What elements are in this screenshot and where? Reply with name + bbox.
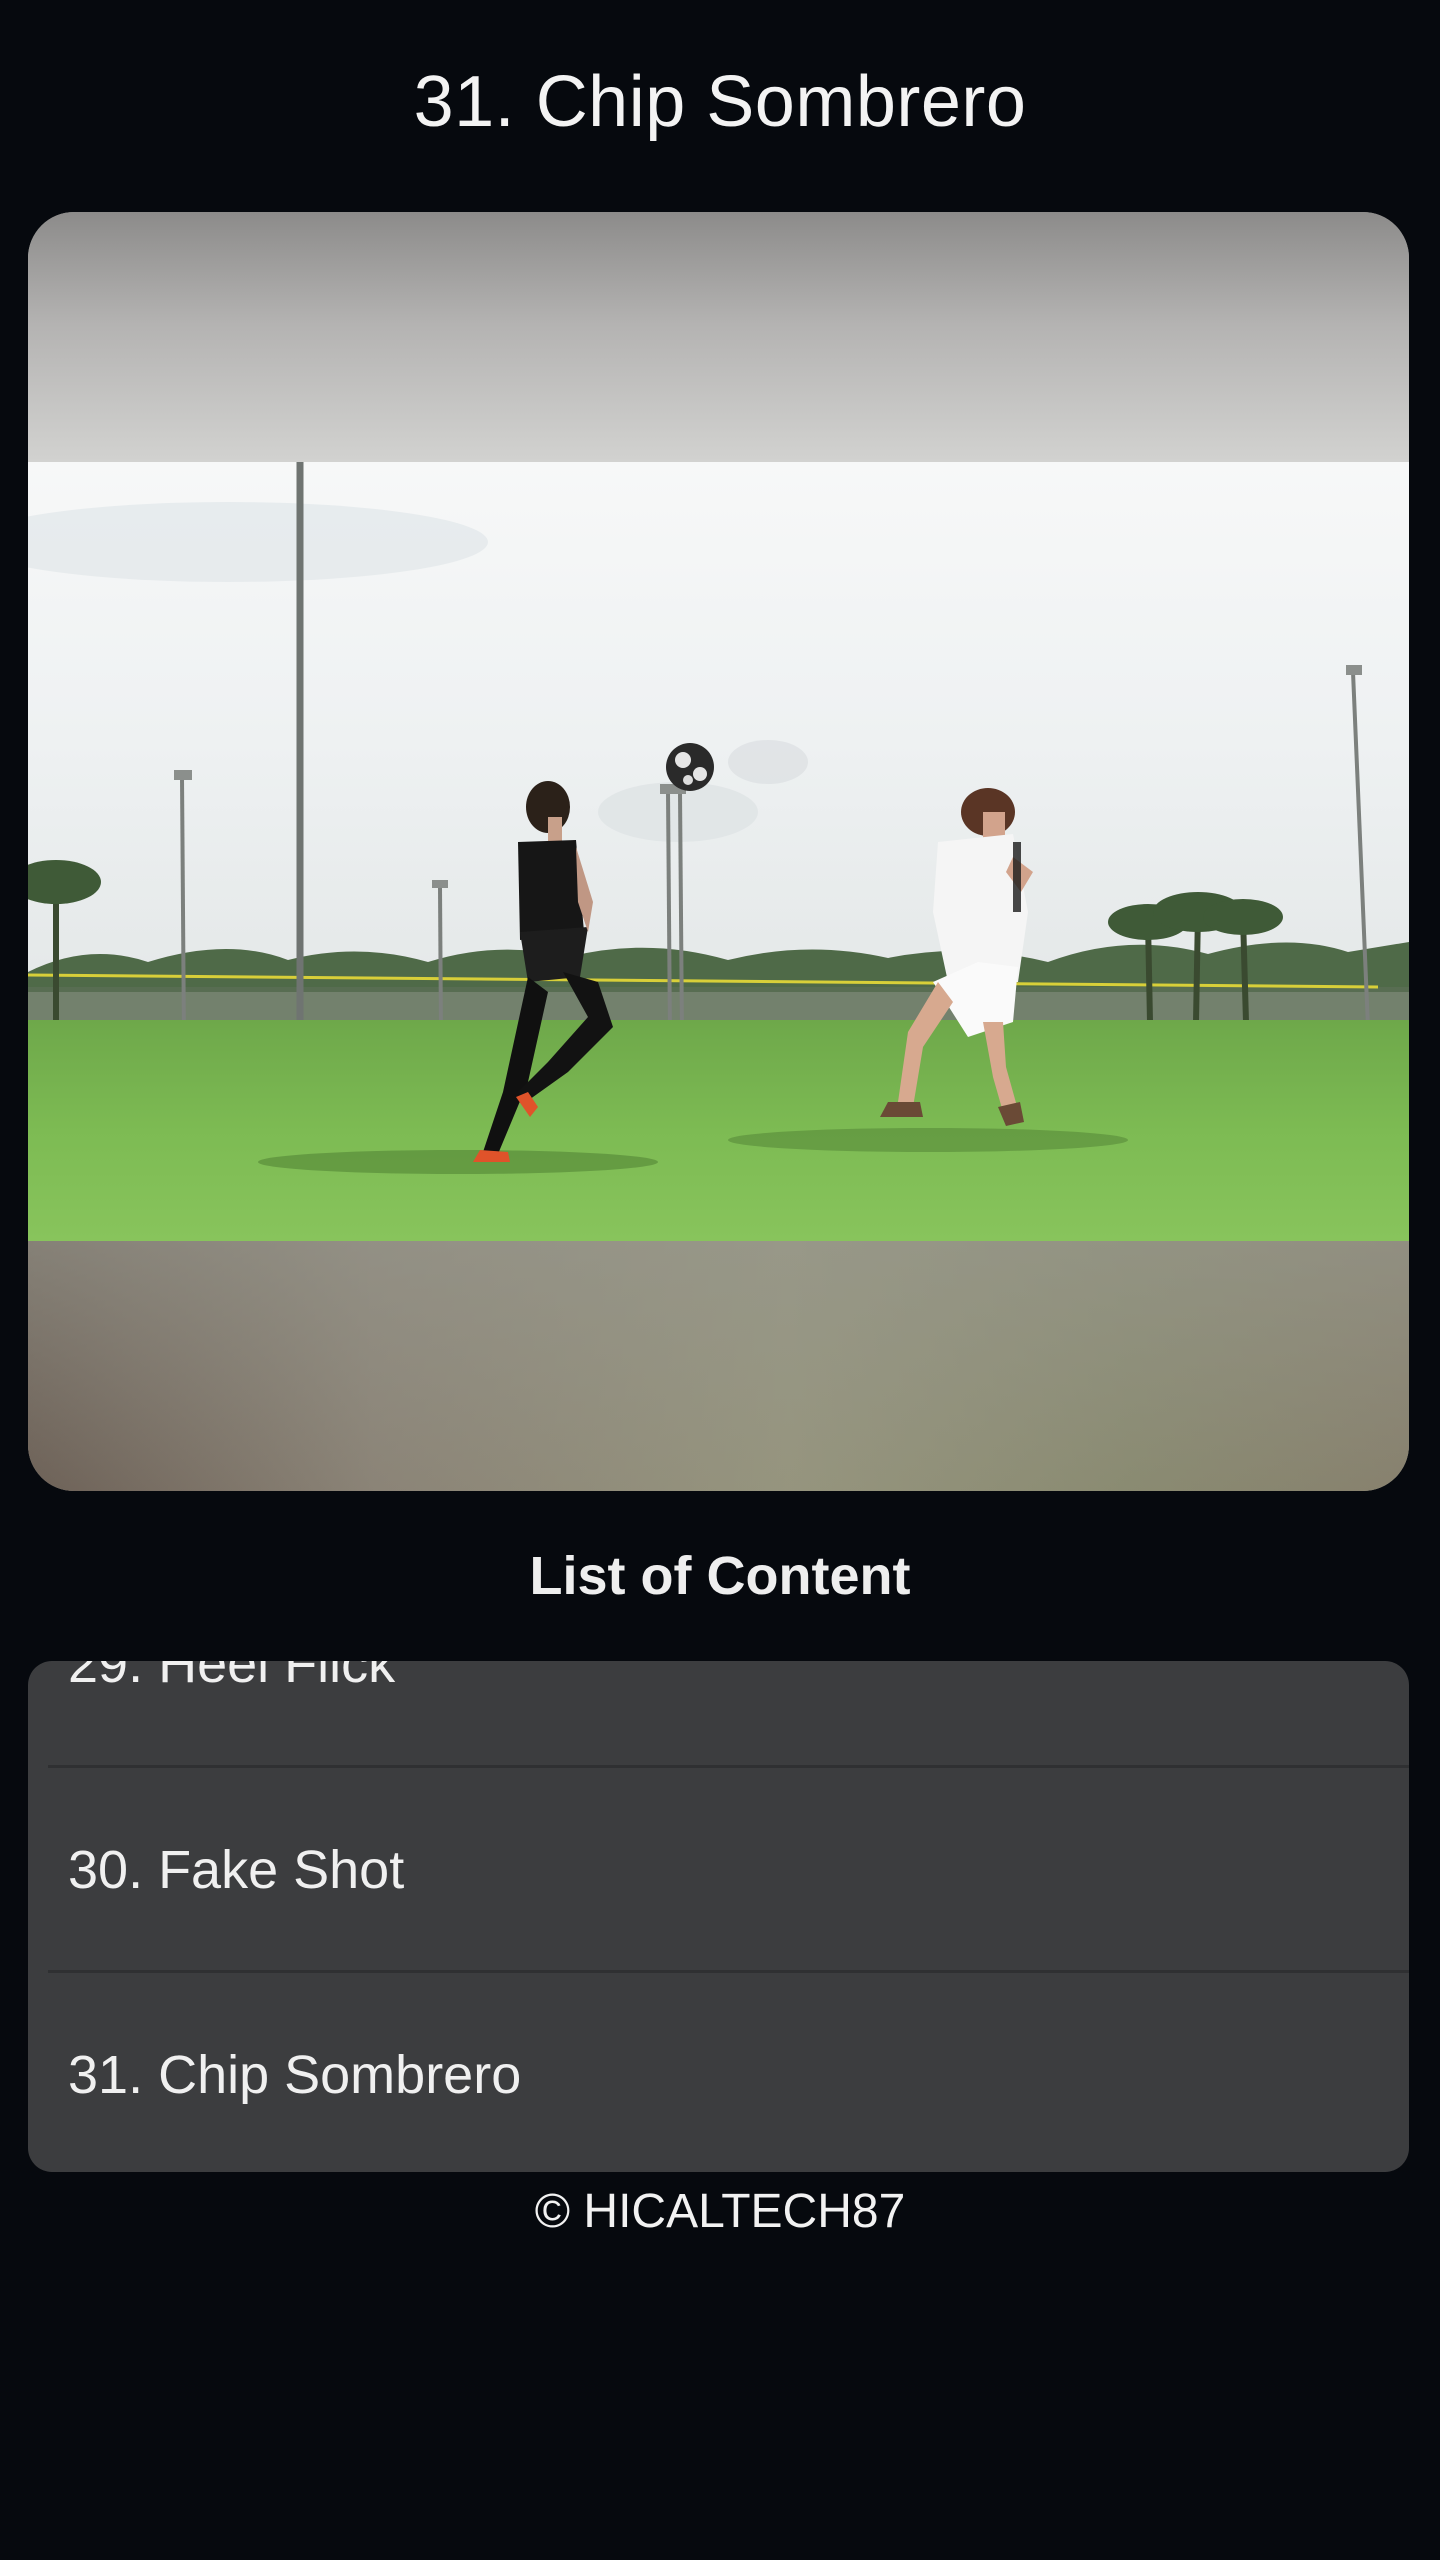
list-item[interactable]: 29. Heel Flick — [28, 1661, 1409, 1766]
video-blur-top — [28, 212, 1409, 462]
copyright-footer: © HICALTECH87 — [534, 2185, 906, 2238]
page-title: 31. Chip Sombrero — [413, 62, 1027, 142]
list-item[interactable]: 30. Fake Shot — [28, 1768, 1409, 1972]
list-item-label: 29. Heel Flick — [68, 1661, 396, 1694]
soccer-scene-image — [28, 462, 1409, 1242]
video-blur-bottom — [28, 1241, 1409, 1491]
list-item-label: 31. Chip Sombrero — [68, 2045, 522, 2105]
video-frame[interactable] — [28, 462, 1409, 1242]
list-item-label: 30. Fake Shot — [68, 1840, 405, 1900]
list-heading: List of Content — [529, 1546, 911, 1606]
list-item[interactable]: 31. Chip Sombrero — [28, 1973, 1409, 2172]
page: 31. Chip Sombrero List of Content 29. He… — [0, 0, 1440, 2560]
video-player[interactable] — [28, 212, 1409, 1491]
content-list[interactable]: 29. Heel Flick 30. Fake Shot 31. Chip So… — [28, 1661, 1409, 2172]
